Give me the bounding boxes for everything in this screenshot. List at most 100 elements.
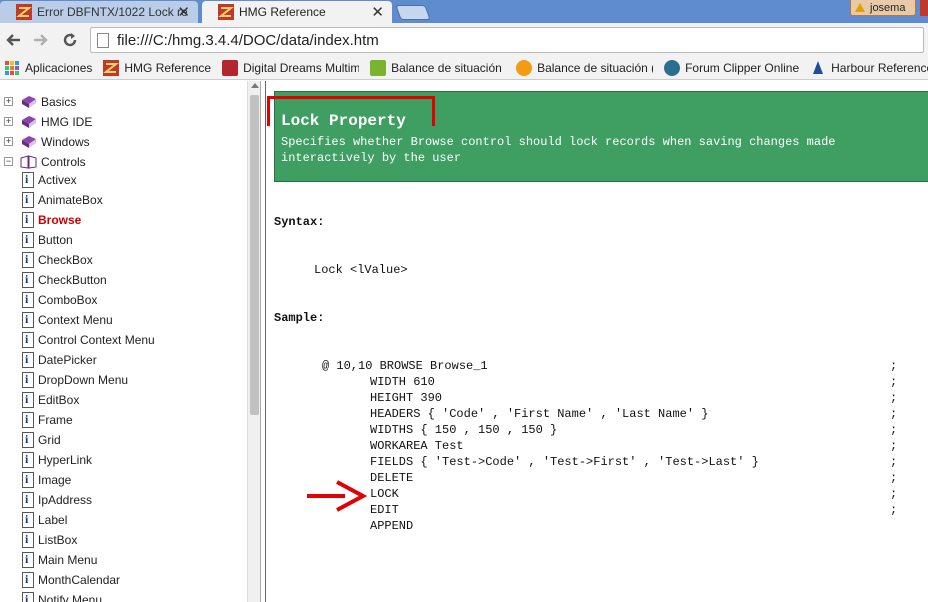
book-icon <box>20 95 37 109</box>
bookmark-forum-clipper[interactable]: Forum Clipper Online <box>664 60 799 76</box>
tree-topic-label[interactable]: Label <box>22 510 67 530</box>
topic-page-icon <box>22 172 34 188</box>
tree-topic-checkbutton[interactable]: CheckButton <box>22 270 107 290</box>
code-line: FIELDS { 'Test->Code' , 'Test->First' , … <box>370 455 759 469</box>
topic-page-icon <box>22 332 34 348</box>
reload-icon[interactable] <box>59 30 81 50</box>
window-close-edge[interactable] <box>920 0 928 16</box>
tree-topic-activex[interactable]: Activex <box>22 170 77 190</box>
tree-topic-grid[interactable]: Grid <box>22 430 61 450</box>
tree-topic-editbox[interactable]: EditBox <box>22 390 79 410</box>
hmg-favicon <box>16 4 32 20</box>
address-bar[interactable]: file:///C:/hmg.3.4.4/DOC/data/index.htm <box>90 27 924 53</box>
tree-label: Activex <box>38 173 77 187</box>
code-line: HEIGHT 390 <box>370 391 443 405</box>
tree-topic-datepicker[interactable]: DatePicker <box>22 350 97 370</box>
line-continuation: ; <box>890 391 898 405</box>
close-tab-icon[interactable]: ✕ <box>371 3 384 21</box>
profile-name: josema <box>870 1 906 14</box>
collapse-icon[interactable]: − <box>4 157 13 166</box>
tree-book-hmg-ide[interactable]: + HMG IDE <box>4 112 92 132</box>
bookmark-balance-1[interactable]: Balance de situación | B <box>370 60 505 76</box>
code-line: HEADERS { 'Code' , 'First Name' , 'Last … <box>370 407 709 421</box>
tree-topic-context-menu[interactable]: Context Menu <box>22 310 113 330</box>
tree-label: Main Menu <box>38 553 98 567</box>
tree-label: ListBox <box>38 533 78 547</box>
topic-page-icon <box>22 412 34 428</box>
help-tree: + Basics + HMG IDE + Windows − Controls Activex A… <box>0 81 261 602</box>
line-continuation: ; <box>890 359 898 373</box>
tab-strip: Error DBFNTX/1022 Lock re ✕ HMG Referenc… <box>0 0 928 23</box>
topic-page-icon <box>22 512 34 528</box>
tree-label: Notify Menu <box>38 593 103 602</box>
topic-page-icon <box>22 252 34 268</box>
bookmark-harbour-reference[interactable]: Harbour Reference Guid <box>810 60 928 76</box>
tab-hmg-reference[interactable]: HMG Reference ✕ <box>202 1 392 23</box>
code-line: @ 10,10 BROWSE Browse_1 <box>322 359 488 373</box>
line-continuation: ; <box>890 407 898 421</box>
tree-label: Control Context Menu <box>38 333 155 347</box>
code-line: WIDTH 610 <box>370 375 435 389</box>
tree-topic-main-menu[interactable]: Main Menu <box>22 550 97 570</box>
bookmark-hmg-reference[interactable]: HMG Reference <box>103 60 211 76</box>
tree-label: IpAddress <box>38 493 93 507</box>
line-continuation: ; <box>890 439 898 453</box>
tree-topic-dropdown-menu[interactable]: DropDown Menu <box>22 370 128 390</box>
code-line: EDIT <box>370 503 399 517</box>
close-tab-icon[interactable]: ✕ <box>177 3 190 21</box>
topic-page-icon <box>22 372 34 388</box>
tree-book-windows[interactable]: + Windows <box>4 132 90 152</box>
forward-arrow-icon[interactable] <box>30 30 52 50</box>
tree-topic-listbox[interactable]: ListBox <box>22 530 77 550</box>
tree-label: CheckBox <box>38 253 93 267</box>
topic-page-icon <box>22 232 34 248</box>
tab-error-dbfntx[interactable]: Error DBFNTX/1022 Lock re ✕ <box>0 1 198 23</box>
expand-icon[interactable]: + <box>4 117 13 126</box>
bookmark-apps[interactable]: Aplicaciones <box>5 61 92 75</box>
new-tab-button[interactable] <box>395 5 431 20</box>
book-icon <box>20 115 37 129</box>
expand-icon[interactable]: + <box>4 137 13 146</box>
tree-topic-hyperlink[interactable]: HyperLink <box>22 450 92 470</box>
tree-topic-combobox[interactable]: ComboBox <box>22 290 97 310</box>
address-url: file:///C:/hmg.3.4.4/DOC/data/index.htm <box>117 31 379 49</box>
line-continuation: ; <box>890 503 898 517</box>
harbour-favicon <box>810 60 826 76</box>
scrollbar-thumb[interactable] <box>250 95 259 415</box>
tree-label: Windows <box>41 135 90 149</box>
expand-icon[interactable]: + <box>4 97 13 106</box>
tree-topic-button[interactable]: Button <box>22 230 73 250</box>
topic-page-icon <box>22 432 34 448</box>
bookmark-digital-dreams[interactable]: Digital Dreams Multimedi <box>222 60 359 76</box>
topic-page-icon <box>22 192 34 208</box>
tree-topic-image[interactable]: Image <box>22 470 71 490</box>
bookmark-balance-2[interactable]: Balance de situación (B <box>516 60 653 76</box>
scroll-up-icon[interactable] <box>251 83 259 88</box>
tree-topic-monthcalendar[interactable]: MonthCalendar <box>22 570 120 590</box>
topic-page-icon <box>22 492 34 508</box>
topic-page-icon <box>22 212 34 228</box>
tree-label: Basics <box>41 95 77 109</box>
code-line: WIDTHS { 150 , 150 , 150 } <box>370 423 558 437</box>
tree-topic-notify-menu[interactable]: Notify Menu <box>22 590 102 602</box>
tree-book-controls[interactable]: − Controls <box>4 152 86 172</box>
description-line: interactively by the user <box>281 151 462 165</box>
page-icon <box>97 32 109 48</box>
tree-topic-ipaddress[interactable]: IpAddress <box>22 490 92 510</box>
tree-topic-frame[interactable]: Frame <box>22 410 73 430</box>
tree-topic-animatebox[interactable]: AnimateBox <box>22 190 103 210</box>
sidebar-scrollbar[interactable] <box>247 81 260 602</box>
profile-badge[interactable]: josema <box>850 0 916 16</box>
tree-topic-browse[interactable]: Browse <box>22 210 81 230</box>
tree-topic-control-context-menu[interactable]: Control Context Menu <box>22 330 155 350</box>
topic-page-icon <box>22 392 34 408</box>
back-arrow-icon[interactable] <box>2 30 24 50</box>
line-continuation: ; <box>890 487 898 501</box>
code-line: WORKAREA Test <box>370 439 464 453</box>
tree-book-basics[interactable]: + Basics <box>4 92 77 112</box>
code-line: APPEND <box>370 519 414 533</box>
frame-divider <box>265 81 266 602</box>
tree-topic-checkbox[interactable]: CheckBox <box>22 250 93 270</box>
tree-label: CheckButton <box>38 273 107 287</box>
annotation-highlight <box>267 96 435 126</box>
